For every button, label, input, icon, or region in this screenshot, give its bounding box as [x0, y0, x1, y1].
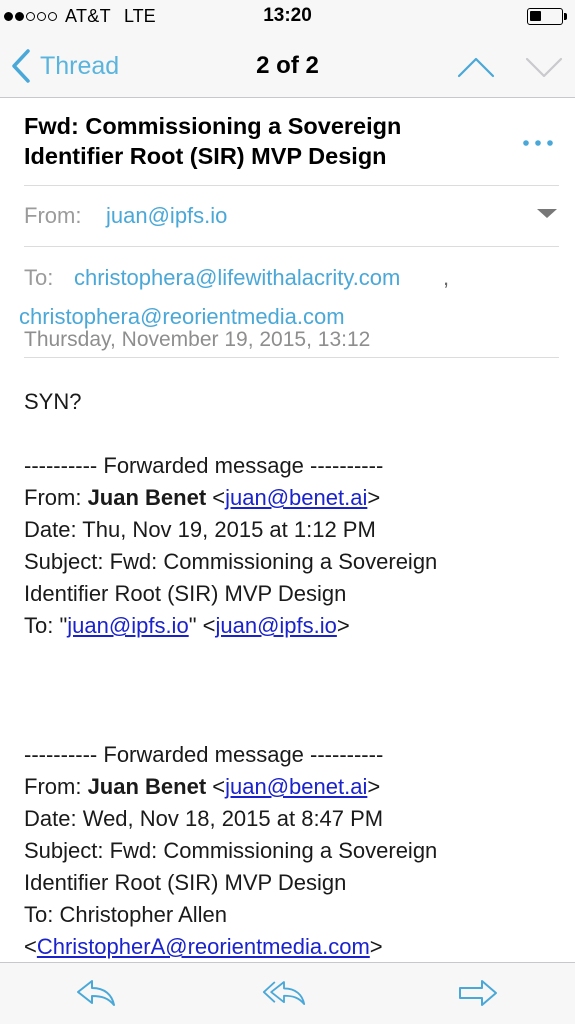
recipient-email-link[interactable]: juan@ipfs.io [67, 613, 188, 638]
to-suffix: > [336, 613, 350, 638]
message-subject: Fwd: Commissioning a Sovereign Identifie… [24, 113, 402, 169]
body-greeting: SYN? [24, 389, 82, 414]
forward-to-line: To: "juan@ipfs.io" <juan@ipfs.io> [24, 613, 350, 639]
more-options-icon[interactable] [520, 128, 556, 158]
forward-subject-line: Subject: Fwd: Commissioning a Sovereign [24, 838, 438, 863]
from-prefix: From: [24, 774, 88, 799]
forward-to-email-line: <ChristopherA@reorientmedia.com> [24, 934, 383, 959]
to-prefix: To: " [24, 613, 68, 638]
sender-name: Juan Benet [87, 774, 207, 799]
forward-divider: ---------- Forwarded message ---------- [24, 742, 384, 767]
from-prefix: From: [24, 485, 88, 510]
reply-icon[interactable] [74, 977, 118, 1009]
status-time: 13:20 [263, 5, 312, 26]
from-address[interactable]: juan@ipfs.io [106, 203, 227, 229]
forward-divider: ---------- Forwarded message ---------- [24, 453, 384, 478]
chevron-down-icon[interactable] [524, 54, 564, 80]
divider [24, 246, 559, 247]
navigation-bar: Thread 2 of 2 [0, 34, 575, 98]
sender-name: Juan Benet [87, 485, 207, 510]
sender-email-link[interactable]: juan@benet.ai [225, 774, 367, 799]
forward-subject-line: Subject: Fwd: Commissioning a Sovereign [24, 549, 438, 574]
forward-from-line: From: Juan Benet <juan@benet.ai> [24, 485, 381, 510]
battery-tip [564, 13, 567, 20]
to-label: To: [24, 265, 54, 290]
forward-date-line: Date: Thu, Nov 19, 2015 at 1:12 PM [24, 517, 376, 542]
forward-subject-line: Identifier Root (SIR) MVP Design [24, 581, 347, 606]
battery-icon [527, 8, 563, 25]
sender-email-link[interactable]: juan@benet.ai [225, 485, 367, 510]
chevron-up-icon[interactable] [456, 54, 496, 80]
to-address-2[interactable]: christophera@reorientmedia.com [19, 304, 345, 330]
status-bar: AT&T LTE 13:20 [0, 0, 575, 34]
battery-level [530, 11, 541, 21]
forward-to-line: To: Christopher Allen [24, 902, 227, 927]
divider [24, 185, 559, 186]
to-address-1[interactable]: christophera@lifewithalacrity.com [74, 265, 400, 291]
to-separator: , [443, 265, 450, 290]
from-label: From: [24, 203, 82, 228]
forward-icon[interactable] [456, 977, 500, 1009]
recipient-email-link[interactable]: ChristopherA@reorientmedia.com [37, 934, 370, 959]
message-date: Thursday, November 19, 2015, 13:12 [24, 328, 371, 351]
forward-date-line: Date: Wed, Nov 18, 2015 at 8:47 PM [24, 806, 384, 831]
forward-subject-line: Identifier Root (SIR) MVP Design [24, 870, 347, 895]
divider [24, 357, 559, 358]
reply-all-icon[interactable] [262, 977, 306, 1009]
recipient-email-link[interactable]: juan@ipfs.io [215, 613, 336, 638]
to-middle: " < [188, 613, 216, 638]
bottom-toolbar [0, 962, 575, 1024]
details-caret-icon[interactable] [537, 209, 557, 218]
forward-from-line: From: Juan Benet <juan@benet.ai> [24, 774, 381, 799]
